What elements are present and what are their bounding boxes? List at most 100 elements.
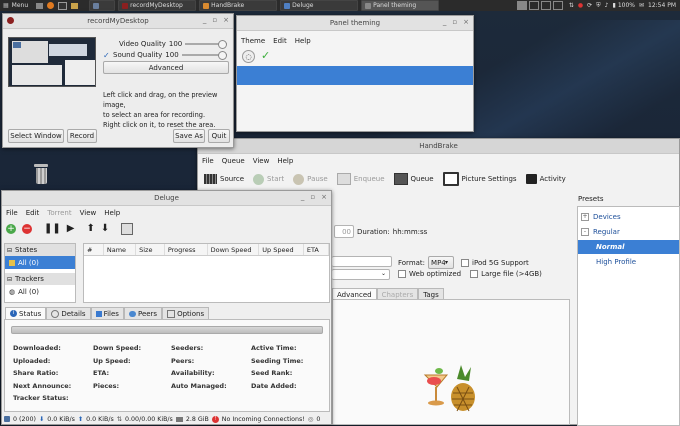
advanced-button[interactable]: Advanced (103, 61, 229, 74)
menu-edit[interactable]: Edit (273, 37, 287, 45)
close-icon[interactable]: × (321, 193, 327, 201)
tab-peers[interactable]: Peers (123, 307, 163, 319)
ipod-checkbox[interactable] (461, 258, 470, 267)
menu-icon[interactable]: ▦ (3, 2, 9, 9)
apply-check-icon[interactable]: ✓ (261, 50, 270, 63)
taskbar-item[interactable] (89, 0, 116, 11)
maximize-icon[interactable]: ▫ (212, 16, 217, 24)
sound-slider-handle[interactable] (218, 51, 227, 60)
close-icon[interactable]: × (463, 18, 469, 26)
tab-options[interactable]: Options (162, 307, 210, 319)
upload-speed[interactable]: 0.0 KiB/s (86, 416, 114, 423)
activity-button[interactable]: Activity (525, 174, 566, 184)
menu-edit[interactable]: Edit (26, 209, 40, 217)
refresh-icon[interactable]: ◌ (242, 50, 255, 63)
workspace-2[interactable] (528, 1, 539, 10)
container-select[interactable]: ⌄ (332, 269, 390, 280)
menu-torrent[interactable]: Torrent (47, 209, 71, 217)
download-speed[interactable]: 0.0 KiB/s (47, 416, 75, 423)
record-button[interactable]: Record (67, 129, 97, 143)
battery-icon[interactable]: ▮ (613, 2, 616, 9)
close-icon[interactable]: × (223, 16, 229, 24)
column-header[interactable]: Down Speed (208, 244, 260, 255)
network-icon[interactable]: ⇅ (569, 2, 574, 9)
column-header[interactable]: # (84, 244, 104, 255)
incoming-warning[interactable]: No Incoming Connections! (222, 416, 305, 423)
rmd-titlebar[interactable]: recordMyDesktop _ ▫ × (3, 14, 233, 29)
picture-settings-button[interactable]: Picture Settings (442, 172, 517, 186)
column-header[interactable]: Name (104, 244, 137, 255)
tab-files[interactable]: Files (90, 307, 124, 319)
quit-button[interactable]: Quit (208, 129, 230, 143)
deluge-titlebar[interactable]: Deluge _ ▫ × (2, 191, 331, 206)
files-launcher-icon[interactable] (36, 2, 44, 9)
taskbar-item[interactable]: Panel theming (361, 0, 440, 11)
expander-icon[interactable]: - (581, 228, 589, 236)
preset-item[interactable]: + Devices (578, 210, 679, 224)
column-header[interactable]: Size (136, 244, 165, 255)
pause-button[interactable]: Pause (293, 173, 328, 185)
add-torrent-icon[interactable]: + (6, 223, 16, 234)
taskbar-item[interactable]: recordMyDesktop (118, 0, 197, 11)
remove-torrent-icon[interactable]: − (22, 223, 32, 234)
trash-icon[interactable] (33, 164, 49, 184)
shield-icon[interactable]: ⛨ (596, 2, 601, 10)
menu-help[interactable]: Help (277, 157, 293, 165)
web-optimized-checkbox[interactable] (398, 270, 406, 278)
menu-theme[interactable]: Theme (241, 37, 265, 45)
terminal-launcher-icon[interactable] (58, 1, 68, 10)
menu-queue[interactable]: Queue (222, 157, 245, 165)
start-button[interactable]: Start (253, 173, 284, 185)
resume-icon[interactable]: ▶ (67, 223, 75, 234)
states-header[interactable]: ⊟ States (5, 244, 75, 256)
sidebar-item-trackers-all[interactable]: ◍ All (0) (5, 285, 75, 298)
minimize-icon[interactable]: _ (443, 18, 447, 26)
menu-view[interactable]: View (80, 209, 97, 217)
preset-item[interactable]: Normal (578, 240, 679, 254)
column-header[interactable]: Up Speed (259, 244, 304, 255)
menu-view[interactable]: View (253, 157, 270, 165)
desktop-preview[interactable] (8, 37, 96, 87)
minimize-icon[interactable]: _ (301, 193, 305, 201)
workspace-1[interactable] (516, 1, 527, 10)
video-quality-slider[interactable] (185, 40, 227, 49)
preset-item[interactable]: High Profile (578, 255, 679, 269)
connections-count[interactable]: 0 (200) (13, 416, 36, 423)
preset-item[interactable]: - Regular (578, 225, 679, 239)
volume-icon[interactable]: ♪ (605, 2, 609, 9)
sidebar-item-states-all[interactable]: All (0) (5, 256, 75, 269)
video-slider-handle[interactable] (218, 40, 227, 49)
maximize-icon[interactable]: ▫ (452, 18, 457, 26)
expander-icon[interactable]: + (581, 213, 589, 221)
workspace-3[interactable] (540, 1, 551, 10)
trackers-header[interactable]: ⊟ Trackers (5, 273, 75, 285)
pause-icon[interactable]: ❚❚ (44, 223, 61, 234)
mail-icon[interactable]: ✉ (639, 2, 644, 9)
destination-field[interactable] (332, 256, 392, 267)
duration-spin[interactable]: 00 (334, 225, 354, 238)
workspace-4[interactable] (552, 1, 563, 10)
taskbar-item[interactable]: HandBrake (199, 0, 278, 11)
column-header[interactable]: ETA (304, 244, 330, 255)
tab-status[interactable]: i Status (5, 307, 47, 319)
folder-launcher-icon[interactable] (71, 2, 79, 9)
browser-launcher-icon[interactable] (47, 2, 55, 9)
save-as-button[interactable]: Save As (173, 129, 205, 143)
queue-down-icon[interactable]: ⬇ (101, 223, 109, 234)
menu-help[interactable]: Help (104, 209, 120, 217)
menu-help[interactable]: Help (295, 37, 311, 45)
handbrake-titlebar[interactable]: HandBrake (198, 139, 679, 154)
sound-checkbox[interactable]: ✓ (103, 51, 110, 59)
menu-file[interactable]: File (6, 209, 18, 217)
preferences-icon[interactable] (121, 222, 134, 235)
minimize-icon[interactable]: _ (203, 16, 207, 24)
format-select[interactable]: MP4 (428, 256, 455, 269)
update-icon[interactable]: ⟳ (587, 2, 592, 9)
tab-details[interactable]: Details (46, 307, 91, 319)
taskbar-item[interactable]: Deluge (280, 0, 359, 11)
menu-file[interactable]: File (202, 157, 214, 165)
large-file-checkbox[interactable] (470, 270, 479, 278)
panel-theming-titlebar[interactable]: Panel theming _ ▫ × (237, 16, 473, 31)
enqueue-button[interactable]: Enqueue (336, 173, 385, 185)
column-header[interactable]: Progress (165, 244, 208, 255)
